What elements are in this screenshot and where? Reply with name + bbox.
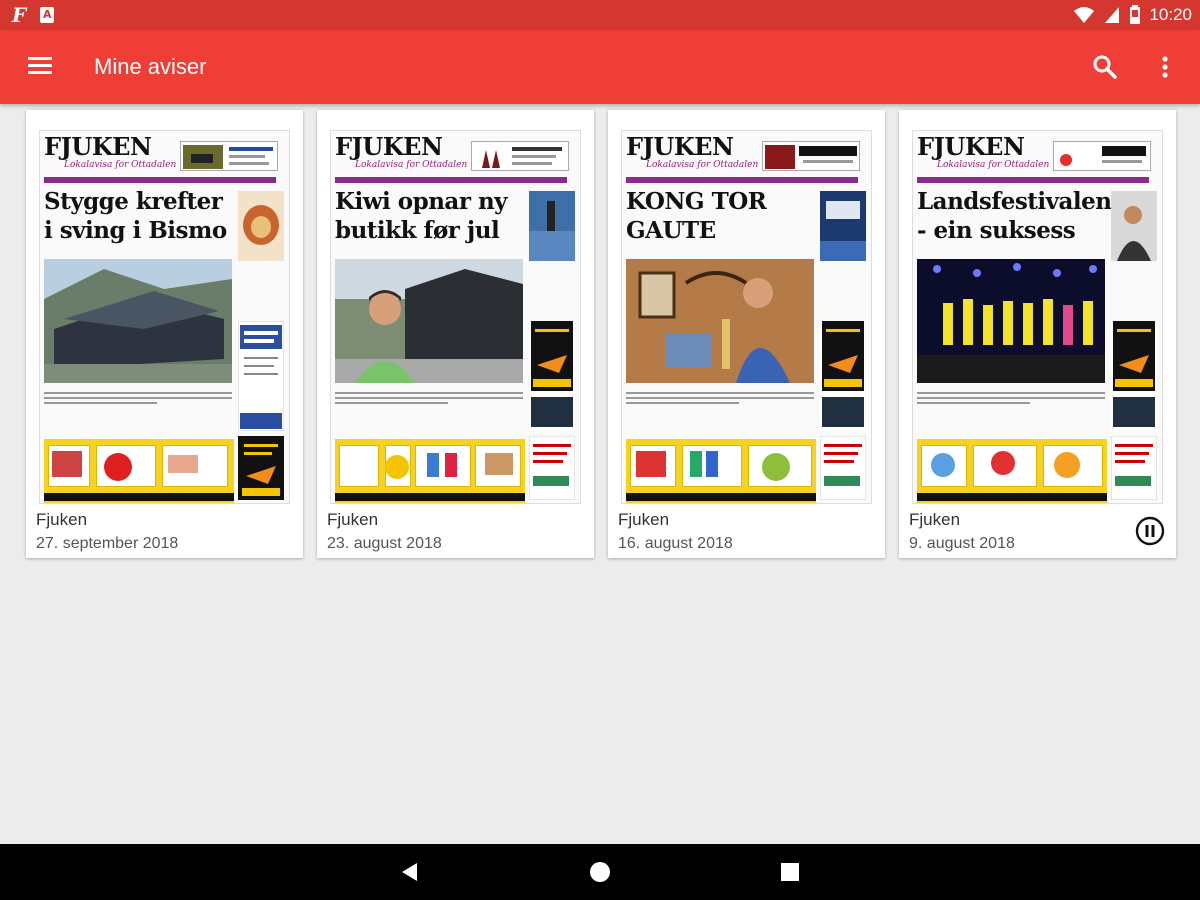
page-title: Mine aviser: [94, 54, 207, 79]
section-bar: [335, 177, 567, 183]
headline: KONG TOR GAUTE: [626, 188, 767, 244]
side-advert: [1110, 435, 1158, 501]
issue-date: 16. august 2018: [618, 535, 733, 552]
side-teaser-photo: [529, 191, 575, 261]
menu-button[interactable]: [28, 54, 56, 80]
newspaper-card[interactable]: FJUKEN Lokalavisa for Ottadalen Stygge k…: [26, 110, 303, 558]
back-button[interactable]: [398, 860, 422, 884]
app-bar: Mine aviser: [0, 30, 1200, 104]
pause-icon: [1135, 516, 1165, 546]
newspaper-logo: FJUKEN: [917, 132, 1025, 161]
clock: 10:20: [1149, 5, 1192, 24]
more-vert-icon: [1162, 56, 1168, 78]
newspaper-cover[interactable]: FJUKEN Lokalavisa for Ottadalen Kiwi opn…: [330, 130, 581, 504]
bottom-advert: [917, 439, 1107, 503]
newspaper-logo: FJUKEN: [335, 132, 443, 161]
notification-icon: A: [40, 7, 55, 23]
issue-date: 23. august 2018: [327, 535, 442, 552]
section-bar: [44, 177, 276, 183]
battery-icon: [1130, 5, 1141, 24]
newspaper-tagline: Lokalavisa for Ottadalen: [355, 160, 468, 170]
pause-download-button[interactable]: [1135, 516, 1165, 546]
recents-button[interactable]: [778, 860, 802, 884]
cell-signal-icon: [1105, 7, 1120, 23]
bottom-advert: [335, 439, 525, 503]
newspaper-tagline: Lokalavisa for Ottadalen: [937, 160, 1050, 170]
wifi-icon: [1074, 7, 1095, 23]
cover-photo: [44, 259, 232, 383]
masthead: FJUKEN Lokalavisa for Ottadalen: [917, 135, 1051, 175]
side-advert: [529, 321, 575, 431]
advert-image: [762, 141, 860, 171]
home-icon: [590, 862, 610, 882]
status-bar: F A 10:20: [0, 0, 1200, 30]
recents-icon: [781, 863, 799, 881]
photo-caption: [626, 389, 814, 419]
newspaper-tagline: Lokalavisa for Ottadalen: [646, 160, 759, 170]
newspaper-tagline: Lokalavisa for Ottadalen: [64, 160, 177, 170]
search-icon: [1093, 55, 1117, 79]
advert-image: [471, 141, 569, 171]
cover-photo: [335, 259, 523, 383]
newspaper-logo: FJUKEN: [626, 132, 734, 161]
side-teaser-photo: [1111, 191, 1157, 261]
cover-photo: [917, 259, 1105, 383]
advert-image: [180, 141, 278, 171]
side-teaser-photo: [238, 191, 284, 261]
bottom-advert: [44, 439, 234, 503]
newspaper-name: Fjuken: [909, 510, 961, 529]
side-advert: [238, 436, 284, 500]
side-advert: [820, 321, 866, 431]
newspaper-card[interactable]: FJUKEN Lokalavisa for Ottadalen KONG TOR…: [608, 110, 885, 558]
side-advert: [1111, 321, 1157, 431]
headline: Landsfestivalen - ein suksess: [917, 188, 1112, 244]
section-bar: [626, 177, 858, 183]
bottom-advert: [626, 439, 816, 503]
newspaper-cover[interactable]: FJUKEN Lokalavisa for Ottadalen Landsfes…: [912, 130, 1163, 504]
issue-date: 9. august 2018: [909, 535, 1015, 552]
newspaper-card[interactable]: FJUKEN Lokalavisa for Ottadalen Landsfes…: [899, 110, 1176, 558]
masthead: FJUKEN Lokalavisa for Ottadalen: [335, 135, 469, 175]
back-icon: [402, 863, 417, 881]
masthead: FJUKEN Lokalavisa for Ottadalen: [626, 135, 760, 175]
photo-caption: [335, 389, 523, 419]
newspaper-name: Fjuken: [618, 510, 670, 529]
headline: Kiwi opnar ny butikk før jul: [335, 188, 508, 244]
navigation-bar: [0, 844, 1200, 900]
home-button[interactable]: [588, 860, 612, 884]
photo-caption: [917, 389, 1105, 419]
masthead: FJUKEN Lokalavisa for Ottadalen: [44, 135, 178, 175]
side-teaser-photo: [820, 191, 866, 261]
more-options-button[interactable]: [1150, 52, 1180, 82]
headline: Stygge krefter i sving i Bismo: [44, 188, 227, 244]
newspaper-card[interactable]: FJUKEN Lokalavisa for Ottadalen Kiwi opn…: [317, 110, 594, 558]
newspaper-name: Fjuken: [36, 510, 88, 529]
side-advert: [237, 320, 285, 432]
photo-caption: [44, 389, 232, 419]
newspaper-name: Fjuken: [327, 510, 379, 529]
newspaper-cover[interactable]: FJUKEN Lokalavisa for Ottadalen Stygge k…: [39, 130, 290, 504]
side-advert: [528, 435, 576, 501]
side-advert: [819, 435, 867, 501]
menu-icon: [28, 57, 56, 74]
section-bar: [917, 177, 1149, 183]
search-button[interactable]: [1090, 52, 1120, 82]
fjuken-app-icon: F: [12, 3, 27, 27]
newspaper-cover[interactable]: FJUKEN Lokalavisa for Ottadalen KONG TOR…: [621, 130, 872, 504]
issue-date: 27. september 2018: [36, 535, 179, 552]
cover-photo: [626, 259, 814, 383]
advert-image: [1053, 141, 1151, 171]
newspaper-logo: FJUKEN: [44, 132, 152, 161]
